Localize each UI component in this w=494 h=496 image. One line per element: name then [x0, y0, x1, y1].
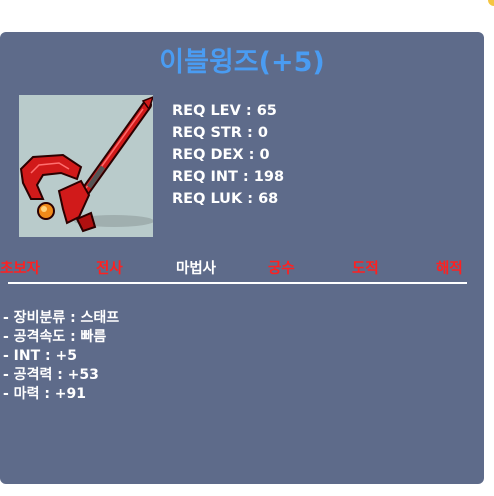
req-level: REQ LEV : 65 — [172, 103, 277, 119]
stat-magic: - 마력 : +91 — [3, 386, 87, 402]
stat-int: - INT : +5 — [3, 348, 77, 364]
item-name: 이블윙즈(+5) — [159, 47, 325, 78]
job-pirate: 해적 — [436, 261, 463, 277]
divider — [8, 282, 467, 284]
job-warrior: 전사 — [96, 261, 123, 277]
job-archer: 궁수 — [268, 261, 295, 277]
job-beginner: 초보자 — [0, 261, 41, 277]
job-thief: 도적 — [352, 261, 379, 277]
stat-attack-speed: - 공격속도 : 빠름 — [3, 329, 107, 345]
corner-accent — [488, 0, 494, 6]
job-list: 초보자 전사 마법사 궁수 도적 해적 — [0, 258, 484, 280]
item-tooltip: 이블윙즈(+5) REQ LEV : 65 REQ STR : 0 REQ DE… — [0, 32, 484, 484]
stat-equip-type: - 장비분류 : 스태프 — [3, 310, 120, 326]
req-int: REQ INT : 198 — [172, 169, 285, 185]
job-magician: 마법사 — [176, 261, 217, 277]
red-staff-weapon-icon — [19, 96, 153, 233]
stat-attack: - 공격력 : +53 — [3, 367, 99, 383]
req-luk: REQ LUK : 68 — [172, 191, 279, 207]
req-dex: REQ DEX : 0 — [172, 147, 270, 163]
stats-list: - 장비분류 : 스태프 - 공격속도 : 빠름 - INT : +5 - 공격… — [3, 309, 119, 404]
requirements-list: REQ LEV : 65 REQ STR : 0 REQ DEX : 0 REQ… — [172, 100, 284, 210]
item-image-box — [19, 95, 153, 237]
req-str: REQ STR : 0 — [172, 125, 268, 141]
